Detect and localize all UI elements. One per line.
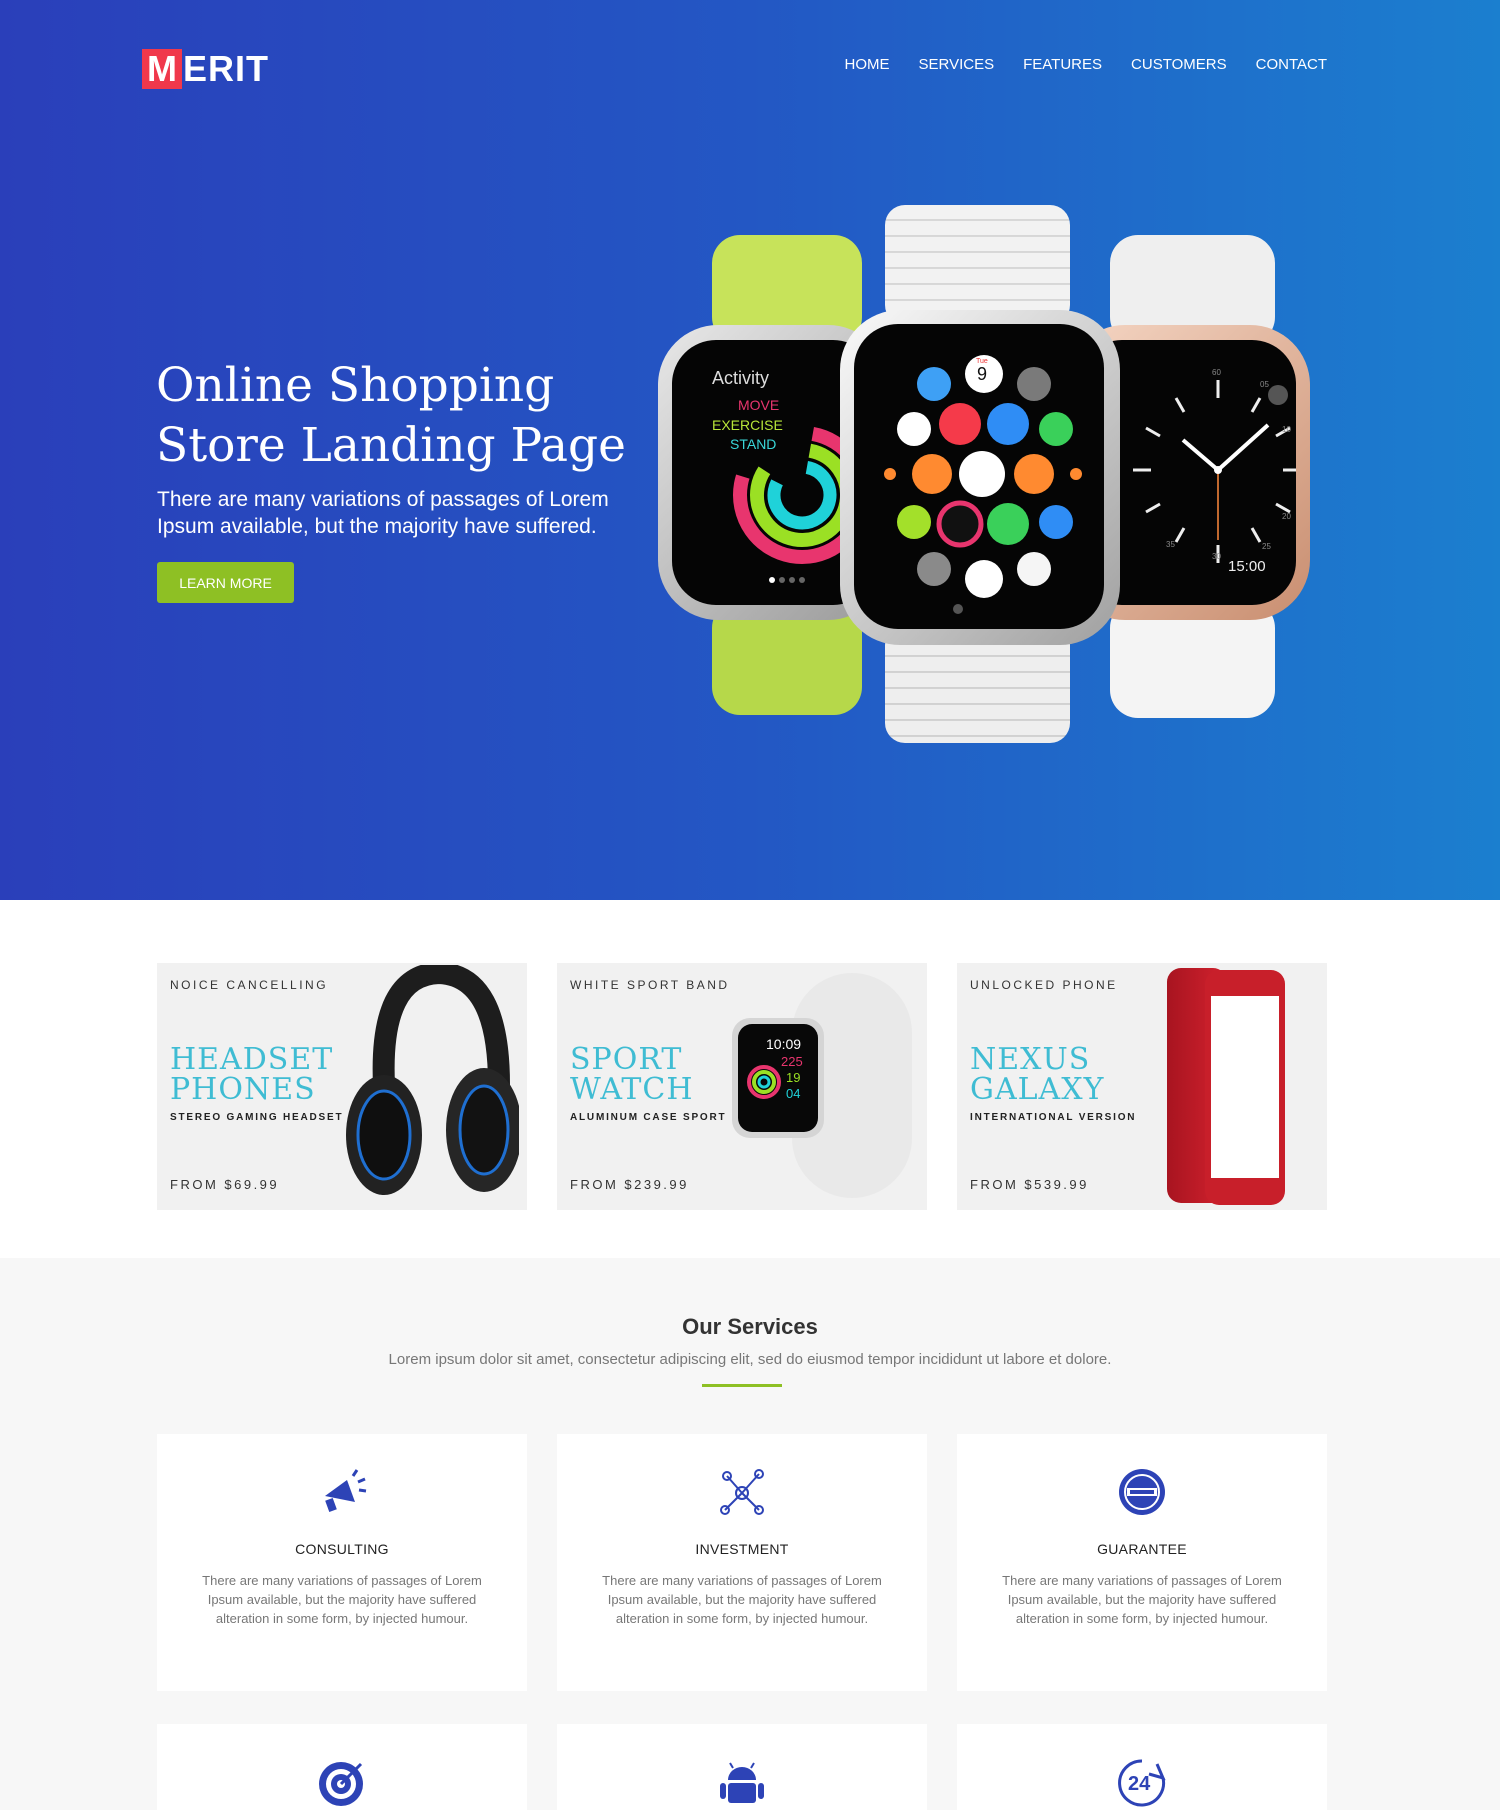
- hero-title: Online Shopping Store Landing Page: [156, 358, 626, 473]
- phone-front: [1205, 970, 1285, 1205]
- watch-value-1: 225: [781, 1054, 803, 1069]
- watch-display: 10:09 225 19 04: [738, 1024, 818, 1132]
- services-description: Lorem ipsum dolor sit amet, consectetur …: [388, 1351, 1112, 1368]
- network-icon: [720, 1469, 764, 1515]
- dial-number-35: 35: [1166, 540, 1175, 549]
- product-card[interactable]: NOICE CANCELLING HEADSET PHONES STEREO G…: [157, 963, 527, 1210]
- product-card[interactable]: WHITE SPORT BAND SPORT WATCH ALUMINUM CA…: [557, 963, 927, 1210]
- product-card[interactable]: UNLOCKED PHONE NEXUS GALAXY INTERNATIONA…: [957, 963, 1327, 1210]
- logo[interactable]: M ERIT: [142, 48, 269, 90]
- calendar-date: 9: [977, 364, 988, 384]
- service-card-investment[interactable]: INVESTMENT There are many variations of …: [557, 1434, 927, 1691]
- product-price: FROM $239.99: [570, 1177, 689, 1192]
- service-name: CONSULTING: [295, 1541, 389, 1557]
- nav-services[interactable]: SERVICES: [919, 56, 995, 73]
- dial-number-60: 60: [1212, 368, 1221, 377]
- clock-time: 15:00: [1228, 558, 1266, 575]
- watch-value-2: 19: [786, 1070, 801, 1085]
- headphones-image: [346, 965, 519, 1195]
- nav-features[interactable]: FEATURES: [1023, 56, 1102, 73]
- red-phone-image: [1167, 968, 1297, 1208]
- logo-text: ERIT: [183, 48, 270, 89]
- 24-hours-label: 24: [1128, 1773, 1151, 1795]
- service-name: INVESTMENT: [695, 1541, 789, 1557]
- dial-number-05: 05: [1260, 380, 1269, 389]
- service-card-consulting[interactable]: CONSULTING There are many variations of …: [157, 1434, 527, 1691]
- service-text: There are many variations of passages of…: [1002, 1573, 1282, 1626]
- nav-contact[interactable]: CONTACT: [1256, 56, 1327, 73]
- hero-watches-image: Activity 10 MOVE EXERCISE STAND: [640, 200, 1340, 760]
- service-card[interactable]: [557, 1724, 927, 1810]
- product-tag: NOICE CANCELLING: [170, 978, 329, 992]
- product-subtitle: INTERNATIONAL VERSION: [970, 1112, 1137, 1123]
- watch-value-3: 04: [786, 1086, 801, 1101]
- services-divider: [702, 1384, 782, 1387]
- dial-number-25: 25: [1262, 542, 1271, 551]
- product-price: FROM $539.99: [970, 1177, 1089, 1192]
- product-subtitle: STEREO GAMING HEADSET: [170, 1112, 344, 1123]
- android-icon: [720, 1762, 764, 1803]
- dial-number-20: 20: [1282, 512, 1291, 521]
- services-title: Our Services: [682, 1314, 818, 1339]
- product-title: NEXUS GALAXY: [970, 1042, 1105, 1107]
- megaphone-icon: [325, 1469, 367, 1513]
- hero-subtitle: There are many variations of passages of…: [157, 488, 609, 538]
- service-card-guarantee[interactable]: GUARANTEE There are many variations of p…: [957, 1434, 1327, 1691]
- hero-section: M ERIT HOME SERVICES FEATURES CUSTOMERS …: [0, 0, 1500, 900]
- service-name: GUARANTEE: [1097, 1541, 1187, 1557]
- nav-customers[interactable]: CUSTOMERS: [1131, 56, 1227, 73]
- nav-home[interactable]: HOME: [845, 56, 890, 73]
- dial-number-30: 30: [1212, 552, 1221, 561]
- main-nav: HOME SERVICES FEATURES CUSTOMERS CONTACT: [845, 56, 1327, 73]
- mini-activity-rings: [747, 1065, 781, 1099]
- apps-screen: Tue 9: [854, 324, 1104, 629]
- 24-hours-icon: 24: [1117, 1756, 1167, 1808]
- watch-time: 10:09: [766, 1036, 802, 1052]
- service-card[interactable]: [157, 1724, 527, 1810]
- phone-screen: [1211, 996, 1279, 1178]
- learn-more-button[interactable]: LEARN MORE: [157, 562, 294, 603]
- product-price: FROM $69.99: [170, 1177, 280, 1192]
- sport-watch-image: 10:09 225 19 04: [732, 973, 922, 1203]
- steel-band-top: [885, 205, 1070, 325]
- product-tag: WHITE SPORT BAND: [570, 978, 730, 992]
- product-subtitle: ALUMINUM CASE SPORT: [570, 1112, 727, 1123]
- seal-icon: [1119, 1469, 1165, 1515]
- logo-mark: M: [142, 49, 182, 89]
- service-text: There are many variations of passages of…: [602, 1573, 882, 1626]
- service-text: There are many variations of passages of…: [202, 1573, 482, 1626]
- service-card[interactable]: 24: [957, 1724, 1327, 1810]
- dial-number-10: 10: [1282, 425, 1291, 434]
- target-icon: [319, 1762, 363, 1806]
- product-tag: UNLOCKED PHONE: [970, 978, 1118, 992]
